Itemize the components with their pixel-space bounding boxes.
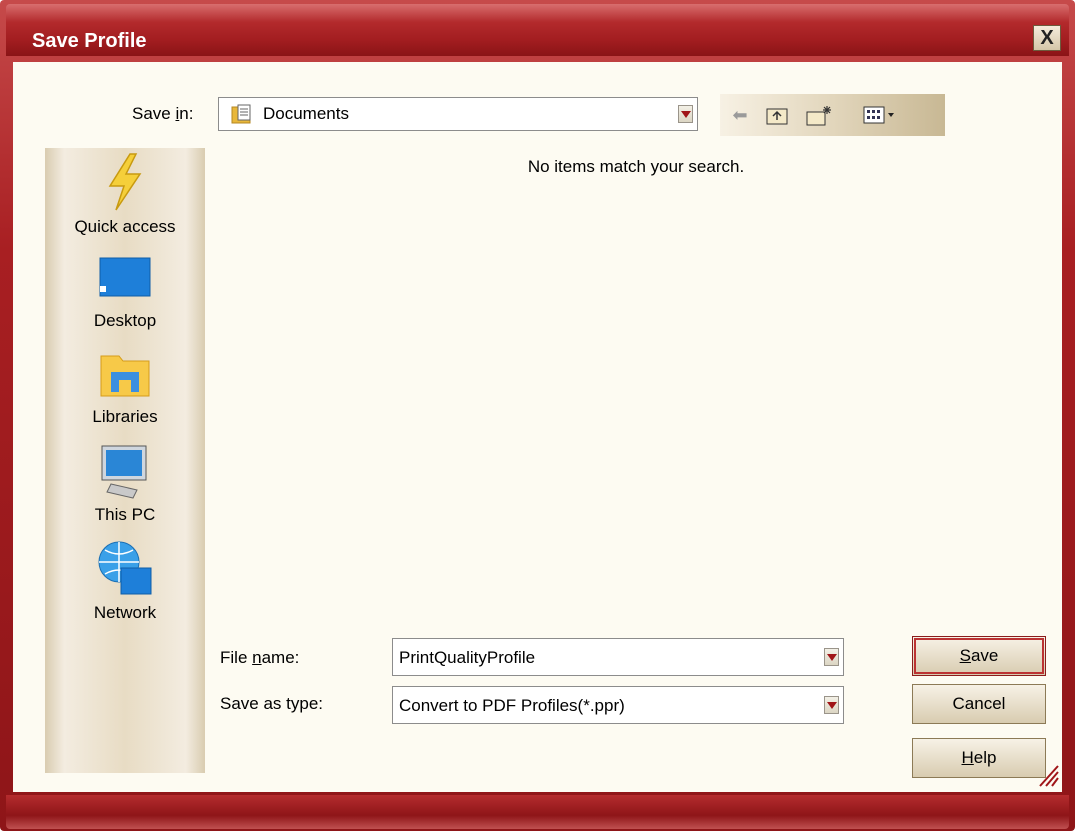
chevron-down-icon[interactable] xyxy=(678,105,693,123)
save-as-type-dropdown[interactable]: Convert to PDF Profiles(*.ppr) xyxy=(392,686,844,724)
sidebar-item-libraries[interactable]: Libraries xyxy=(45,352,205,427)
places-sidebar: Quick access Desktop Libraries This PC N… xyxy=(45,148,205,773)
help-button[interactable]: Help xyxy=(912,738,1046,778)
navigation-toolbar: ⬅ xyxy=(720,94,945,136)
close-icon: X xyxy=(1040,26,1054,49)
save-as-type-label: Save as type: xyxy=(220,694,324,713)
file-name-input[interactable]: PrintQualityProfile xyxy=(392,638,844,676)
resize-grip-icon[interactable] xyxy=(1036,762,1060,788)
save-button[interactable]: Save xyxy=(912,636,1046,676)
libraries-icon xyxy=(100,355,150,397)
cancel-button[interactable]: Cancel xyxy=(912,684,1046,724)
computer-icon xyxy=(101,445,147,499)
sidebar-item-desktop[interactable]: Desktop xyxy=(45,256,205,331)
network-icon xyxy=(98,541,152,595)
empty-message: No items match your search. xyxy=(527,157,745,176)
bottom-frame xyxy=(6,795,1069,829)
file-name-label: File name: xyxy=(220,648,300,667)
back-arrow-icon[interactable]: ⬅ xyxy=(728,103,752,127)
lightning-icon xyxy=(108,153,142,211)
title-bar[interactable] xyxy=(6,4,1069,56)
sidebar-item-network[interactable]: Network xyxy=(45,538,205,623)
sidebar-item-this-pc[interactable]: This PC xyxy=(45,442,205,525)
dialog-title: Save Profile xyxy=(32,30,147,52)
save-as-type-value: Convert to PDF Profiles(*.ppr) xyxy=(399,696,625,715)
new-folder-icon[interactable] xyxy=(804,103,834,127)
desktop-icon xyxy=(99,257,151,297)
chevron-down-icon[interactable] xyxy=(824,648,839,666)
save-profile-dialog: Save Profile X Save in: Documents ⬅ Quic… xyxy=(0,0,1075,831)
up-folder-icon[interactable] xyxy=(764,103,790,127)
view-menu-icon[interactable] xyxy=(860,103,900,127)
file-list-area[interactable]: No items match your search. xyxy=(212,148,1050,624)
save-in-label: Save in: xyxy=(132,104,194,123)
sidebar-item-quick-access[interactable]: Quick access xyxy=(45,152,205,237)
save-in-dropdown[interactable]: Documents xyxy=(218,97,698,131)
file-name-value: PrintQualityProfile xyxy=(399,648,536,667)
close-button[interactable]: X xyxy=(1033,25,1061,51)
save-in-value: Documents xyxy=(263,104,349,123)
documents-folder-icon xyxy=(231,104,253,124)
chevron-down-icon[interactable] xyxy=(824,696,839,714)
